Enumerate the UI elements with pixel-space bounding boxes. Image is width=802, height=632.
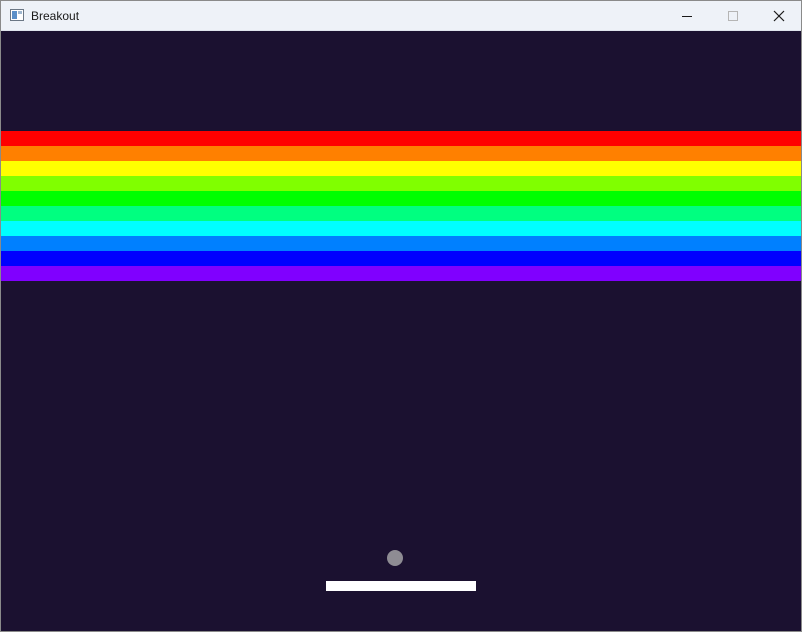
brick-row-2 [1, 146, 801, 161]
brick-row-1 [1, 131, 801, 146]
brick-row-5 [1, 191, 801, 206]
ball [387, 550, 403, 566]
window-title: Breakout [31, 9, 80, 23]
brick-row-7 [1, 221, 801, 236]
paddle[interactable] [326, 581, 476, 591]
title-bar[interactable]: Breakout [1, 1, 801, 31]
game-playfield[interactable] [1, 31, 801, 631]
close-icon [773, 10, 785, 22]
game-window: Breakout [0, 0, 802, 632]
brick-row-10 [1, 266, 801, 281]
minimize-button[interactable] [664, 1, 710, 31]
brick-row-6 [1, 206, 801, 221]
window-app-icon [10, 9, 24, 21]
minimize-icon [682, 16, 692, 17]
brick-row-4 [1, 176, 801, 191]
maximize-icon [728, 11, 738, 21]
maximize-button[interactable] [710, 1, 756, 31]
brick-row-9 [1, 251, 801, 266]
close-button[interactable] [756, 1, 801, 31]
brick-row-3 [1, 161, 801, 176]
brick-row-8 [1, 236, 801, 251]
